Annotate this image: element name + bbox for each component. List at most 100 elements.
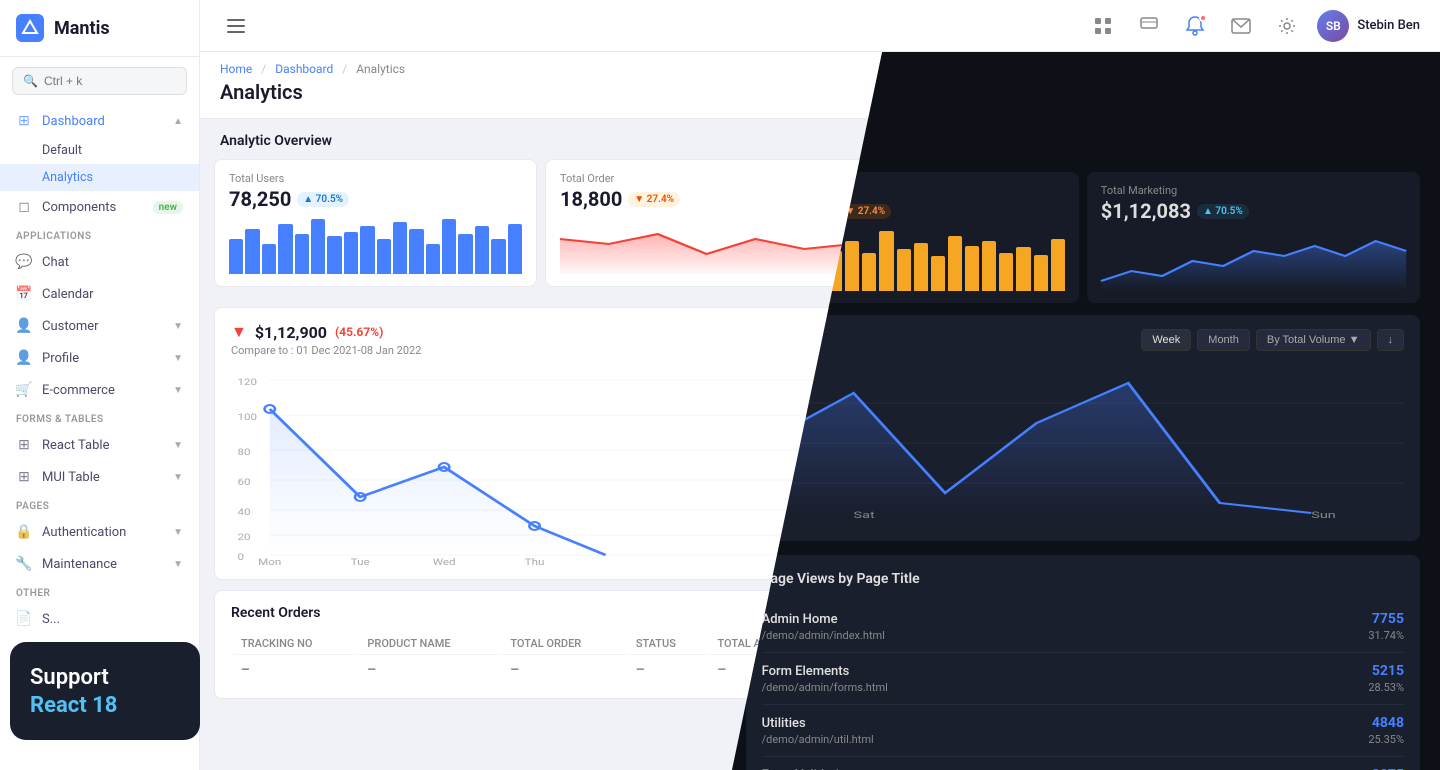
chevron-down-icon: ▼ (173, 559, 183, 570)
breadcrumb-home[interactable]: Home (220, 62, 252, 76)
chat-icon: 💬 (16, 254, 32, 270)
settings-icon[interactable] (1271, 10, 1303, 42)
breadcrumb-current: Analytics (356, 62, 405, 76)
stat-cards-row: Total Users 78,250 ▲ 70.5% Total Order 1… (200, 159, 882, 297)
dark-income-chart: Week Month By Total Volume ▼ ↓ (746, 315, 1420, 541)
sidebar-logo: Mantis (0, 0, 199, 57)
month-button[interactable]: Month (1197, 329, 1250, 351)
search-input[interactable] (44, 74, 176, 88)
logo-icon (16, 14, 44, 42)
sidebar-item-components[interactable]: ◻ Components new (0, 191, 199, 223)
chevron-up-icon: ▲ (173, 116, 183, 127)
svg-text:Thu: Thu (525, 556, 545, 567)
dashboard-icon: ⊞ (16, 113, 32, 129)
sidebar-item-label: Dashboard (42, 114, 105, 129)
support-title: Support (30, 664, 180, 693)
order-label: Total Order (560, 172, 853, 185)
col-total-order: TOTAL ORDER (502, 633, 625, 655)
pv-row-admin-home: Admin Home /demo/admin/index.html 7755 3… (762, 601, 1404, 653)
income-value: ▼ $1,12,900 (45.67%) (231, 322, 421, 342)
marketing-chart (1101, 231, 1406, 291)
new-badge: new (153, 201, 183, 214)
dark-card-total-marketing: Total Marketing $1,12,083 ▲ 70.5% (1087, 172, 1420, 303)
sidebar-item-label: Customer (42, 319, 99, 334)
sidebar-item-ecommerce[interactable]: 🛒 E-commerce ▼ (0, 374, 199, 406)
pv-page-name: Utilities (762, 716, 874, 731)
breadcrumb: Home / Dashboard / Analytics (220, 62, 862, 76)
avatar-circle: SB (1317, 10, 1349, 42)
svg-text:40: 40 (237, 506, 250, 517)
sidebar-item-mui-table[interactable]: ⊞ MUI Table ▼ (0, 461, 199, 493)
income-line-chart: 120 100 80 60 40 20 0 (231, 365, 851, 565)
pv-page-path: /demo/admin/index.html (762, 629, 885, 642)
sidebar-item-dashboard[interactable]: ⊞ Dashboard ▲ (0, 105, 199, 137)
sidebar-item-label: React Table (42, 438, 109, 453)
chevron-down-icon: ▼ (173, 527, 183, 538)
pv-row-form-validation: Form Validation /demo/admin/validation.h… (762, 757, 1404, 770)
chevron-down-icon: ▼ (173, 385, 183, 396)
pv-page-path: /demo/admin/forms.html (762, 681, 888, 694)
pv-count: 7755 (1368, 611, 1404, 627)
notification-icon[interactable] (1179, 10, 1211, 42)
users-value: 78,250 ▲ 70.5% (229, 187, 522, 211)
user-avatar[interactable]: SB Stebin Ben (1317, 10, 1420, 42)
topbar-right: SB Stebin Ben (1087, 10, 1420, 42)
income-header: ▼ $1,12,900 (45.67%) Compare to : 01 Dec… (231, 322, 851, 357)
mail-icon[interactable] (1225, 10, 1257, 42)
svg-text:20: 20 (237, 531, 250, 542)
support-react-popup[interactable]: Support React 18 (10, 642, 200, 740)
ecommerce-icon: 🛒 (16, 382, 32, 398)
svg-text:Mon: Mon (258, 556, 281, 567)
pv-page-name: Form Elements (762, 664, 888, 679)
svg-text:100: 100 (237, 411, 257, 422)
breadcrumb-dashboard[interactable]: Dashboard (275, 62, 333, 76)
stat-card-order: Total Order 18,800 ▼ 27.4% (545, 159, 868, 287)
pv-row-utilities: Utilities /demo/admin/util.html 4848 25.… (762, 705, 1404, 757)
sidebar-item-chat[interactable]: 💬 Chat (0, 246, 199, 278)
pv-page-path: /demo/admin/util.html (762, 733, 874, 746)
sidebar-item-react-table[interactable]: ⊞ React Table ▼ (0, 429, 199, 461)
sidebar-item-sample[interactable]: 📄 S... (0, 603, 199, 635)
svg-text:60: 60 (237, 476, 250, 487)
sidebar-item-profile[interactable]: 👤 Profile ▼ (0, 342, 199, 374)
svg-text:Sun: Sun (1311, 510, 1335, 520)
sidebar-item-label: E-commerce (42, 383, 115, 398)
volume-button[interactable]: By Total Volume ▼ (1256, 329, 1371, 351)
dark-card-value: $1,12,083 ▲ 70.5% (1101, 199, 1406, 223)
sidebar-subitem-analytics[interactable]: Analytics (0, 164, 199, 191)
order-value: 18,800 ▼ 27.4% (560, 187, 853, 211)
menu-toggle-icon[interactable] (220, 10, 252, 42)
sidebar-search-box[interactable]: 🔍 (12, 67, 187, 95)
sidebar-item-customer[interactable]: 👤 Customer ▼ (0, 310, 199, 342)
pv-row-form-elements: Form Elements /demo/admin/forms.html 521… (762, 653, 1404, 705)
page-icon: 📄 (16, 611, 32, 627)
main-area: SB Stebin Ben Total Sales $35,078 ▼ 27.4… (200, 0, 1440, 770)
page-title: Analytics (220, 80, 862, 104)
sidebar-item-calendar[interactable]: 📅 Calendar (0, 278, 199, 310)
section-pages: Pages (0, 493, 199, 516)
card-icon[interactable] (1133, 10, 1165, 42)
sidebar-item-maintenance[interactable]: 🔧 Maintenance ▼ (0, 548, 199, 580)
chevron-down-icon: ▼ (173, 353, 183, 364)
order-badge: ▼ 27.4% (628, 192, 680, 207)
users-label: Total Users (229, 172, 522, 185)
support-highlight: React 18 (30, 693, 180, 718)
col-status: STATUS (628, 633, 708, 655)
dark-income-controls: Week Month By Total Volume ▼ ↓ (762, 329, 1404, 351)
table-icon: ⊞ (16, 469, 32, 485)
users-badge: ▲ 70.5% (297, 192, 349, 207)
pv-pct: 25.35% (1368, 733, 1404, 746)
week-button[interactable]: Week (1141, 329, 1191, 351)
app-name: Mantis (54, 18, 110, 39)
svg-text:Sat: Sat (853, 510, 874, 520)
svg-text:120: 120 (237, 376, 257, 387)
section-forms: Forms & Tables (0, 406, 199, 429)
apps-icon[interactable] (1087, 10, 1119, 42)
download-button[interactable]: ↓ (1377, 329, 1405, 351)
sidebar-subitem-default[interactable]: Default (0, 137, 199, 164)
user-name: Stebin Ben (1357, 18, 1420, 33)
sidebar-item-label: MUI Table (42, 470, 100, 485)
sidebar-item-authentication[interactable]: 🔒 Authentication ▼ (0, 516, 199, 548)
sidebar-item-label: Chat (42, 255, 69, 270)
income-compare: Compare to : 01 Dec 2021-08 Jan 2022 (231, 344, 421, 357)
